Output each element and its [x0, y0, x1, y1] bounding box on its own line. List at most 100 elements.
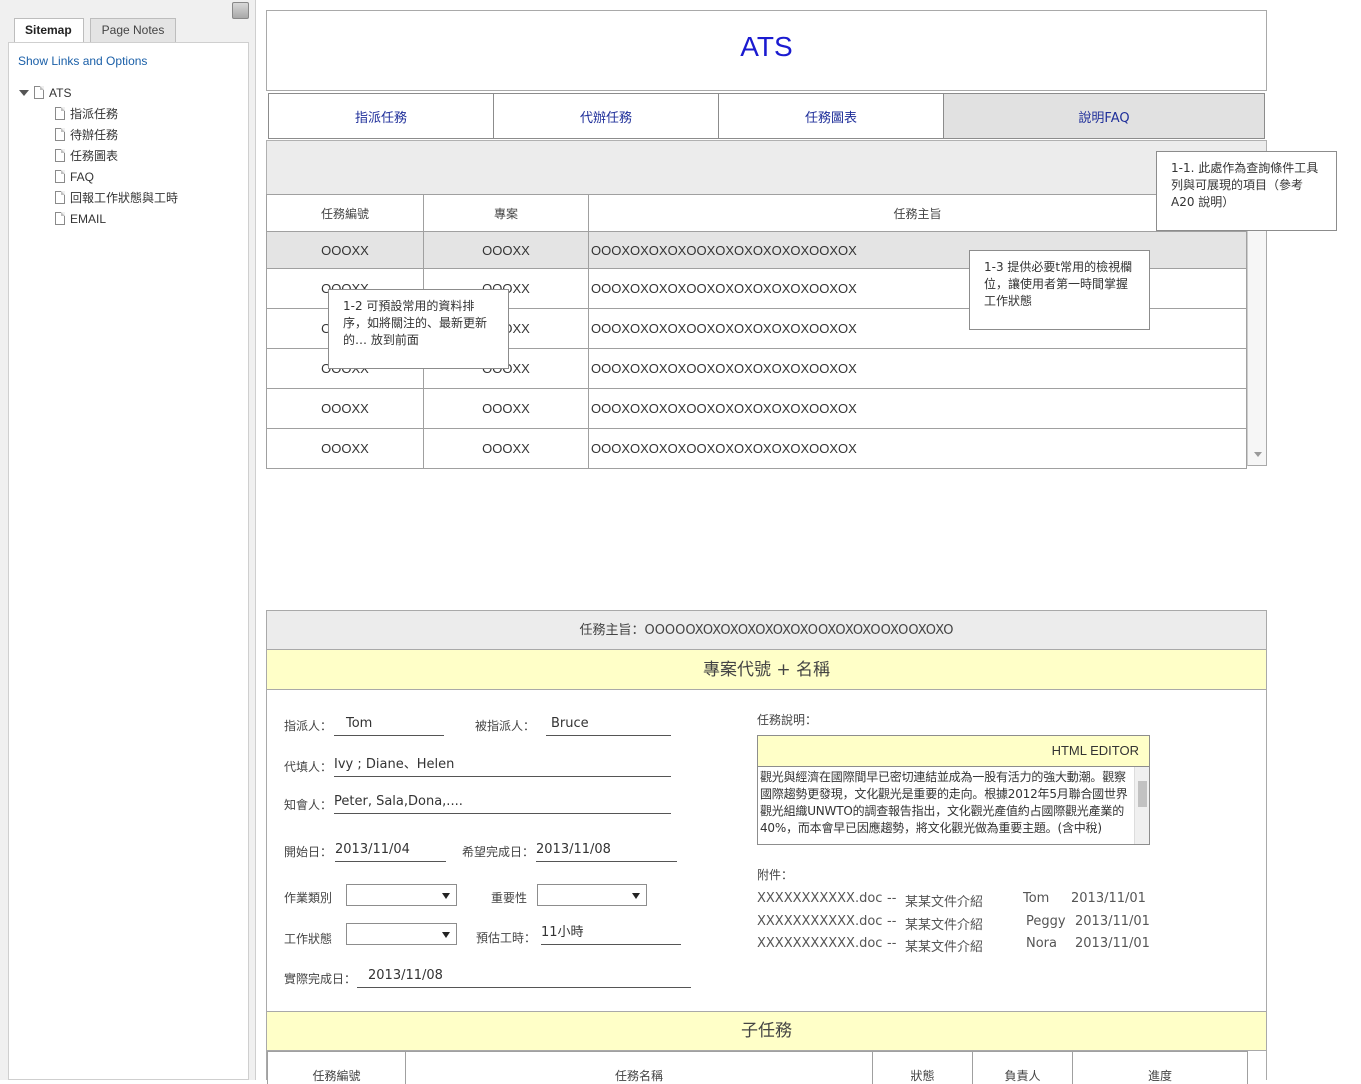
page-icon	[55, 212, 65, 225]
tree-item-chart[interactable]: 任務圖表	[55, 145, 178, 166]
attachment-file-link[interactable]: XXXXXXXXXXX.doc	[757, 936, 882, 951]
tree-item-label: 指派任務	[70, 107, 119, 121]
tree-item-ats[interactable]: ATS	[19, 82, 178, 103]
attachment-date: 2013/11/01	[1075, 914, 1150, 929]
page-icon	[55, 128, 65, 141]
sitemap-tree: ATS 指派任務 待辦任務 任務圖表 FAQ 回報工作狀態與工時 EMAIL	[19, 82, 178, 229]
nav-tab-todo[interactable]: 代辦任務	[494, 94, 719, 138]
page-icon	[55, 107, 65, 120]
page-icon	[55, 149, 65, 162]
attachment-sep: --	[887, 914, 897, 929]
nav-tab-chart[interactable]: 任務圖表	[719, 94, 944, 138]
table-row[interactable]: OOOXX OOOXX OOOXOXOXOXOOXOXOXOXOXOXOOXOX	[266, 428, 1247, 469]
importance-select[interactable]	[537, 884, 647, 906]
dropdown-caret-icon	[442, 893, 450, 899]
subtask-header-id[interactable]: 任務編號	[267, 1051, 406, 1084]
collapse-sidebar-button[interactable]	[232, 2, 249, 19]
attachment-user: Peggy	[1026, 914, 1066, 929]
description-textarea[interactable]: 觀光與經濟在國際間早已密切連結並成為一股有活力的強大動潮。觀察國際趨勢更發現，文…	[757, 766, 1150, 845]
description-text: 觀光與經濟在國際間早已密切連結並成為一股有活力的強大動潮。觀察國際趨勢更發現，文…	[760, 770, 1128, 835]
tree-item-label: ATS	[49, 85, 72, 100]
dropdown-caret-icon	[632, 893, 640, 899]
table-scrollbar[interactable]	[1247, 194, 1267, 466]
proxy-label: 代填人：	[284, 760, 333, 774]
column-header-task-id[interactable]: 任務編號	[266, 194, 424, 232]
attachment-sep: --	[887, 891, 897, 906]
task-subject-header: 任務主旨：OOOOOXOXOXOXOXOXOXOOXOXOXOOXOOXOXO	[267, 611, 1266, 650]
actual-done-label: 實際完成日：	[284, 972, 357, 986]
page-icon	[34, 86, 44, 99]
annotation-note-1-3: 1-3 提供必要t常用的檢視欄位，讓使用者第一時間掌握工作狀態	[969, 250, 1150, 330]
attachment-file-link[interactable]: XXXXXXXXXXX.doc	[757, 891, 882, 906]
cell-project: OOOXX	[423, 388, 589, 429]
tree-item-label: EMAIL	[70, 211, 107, 226]
subtask-header-status[interactable]: 狀態	[872, 1051, 973, 1084]
est-hours-label: 預估工時：	[476, 931, 537, 945]
cell-project: OOOXX	[423, 428, 589, 469]
sitemap-panel: Show Links and Options ATS 指派任務 待辦任務 任務圖	[8, 42, 249, 1080]
column-header-subject[interactable]: 任務主旨	[588, 194, 1247, 232]
attachment-date: 2013/11/01	[1075, 936, 1150, 951]
subtask-header-progress[interactable]: 進度	[1072, 1051, 1248, 1084]
work-type-label: 作業類別	[284, 891, 333, 905]
tree-item-assign[interactable]: 指派任務	[55, 103, 178, 124]
start-date-field[interactable]: 2013/11/04	[335, 841, 446, 862]
page-icon	[55, 170, 65, 183]
due-date-field[interactable]: 2013/11/08	[536, 841, 677, 862]
tree-item-faq[interactable]: FAQ	[55, 166, 178, 187]
assignee-label: 被指派人：	[475, 719, 536, 733]
cell-task-id: OOOXX	[266, 388, 424, 429]
page-icon	[55, 191, 65, 204]
importance-label: 重要性	[491, 891, 528, 905]
tree-item-label: 待辦任務	[70, 128, 119, 142]
subtask-header-owner[interactable]: 負責人	[972, 1051, 1073, 1084]
show-links-options-link[interactable]: Show Links and Options	[18, 54, 147, 68]
tree-item-report[interactable]: 回報工作狀態與工時	[55, 187, 178, 208]
cc-label: 知會人：	[284, 798, 333, 812]
status-select[interactable]	[346, 923, 457, 945]
est-hours-field[interactable]: 11小時	[541, 924, 681, 945]
table-header-row: 任務編號 專案 任務主旨	[266, 194, 1247, 232]
cell-subject: OOOXOXOXOXOOXOXOXOXOXOXOOXOX	[588, 348, 1247, 389]
cc-field[interactable]: Peter, Sala,Dona,....	[334, 793, 671, 814]
table-row[interactable]: OOOXX OOOXX OOOXOXOXOXOOXOXOXOXOXOXOOXOX	[266, 388, 1247, 429]
column-header-project[interactable]: 專案	[423, 194, 589, 232]
proxy-field[interactable]: Ivy ; Diane、Helen	[334, 756, 671, 777]
scroll-thumb[interactable]	[1138, 781, 1147, 807]
main-nav: 指派任務 代辦任務 任務圖表 說明FAQ	[268, 93, 1265, 139]
attachment-user: Tom	[1023, 891, 1050, 906]
work-type-select[interactable]	[346, 884, 457, 906]
attachment-desc: 某某文件介紹	[905, 940, 984, 955]
dropdown-caret-icon	[442, 932, 450, 938]
cell-project: OOOXX	[423, 231, 589, 269]
tree-item-label: FAQ	[70, 169, 95, 184]
scroll-down-icon[interactable]	[1254, 452, 1262, 457]
tree-item-label: 回報工作狀態與工時	[70, 191, 179, 205]
html-editor-toolbar[interactable]: HTML EDITOR	[757, 735, 1150, 767]
actual-done-field[interactable]: 2013/11/08	[357, 967, 691, 988]
attachment-date: 2013/11/01	[1071, 891, 1146, 906]
assignee-field[interactable]: Bruce	[546, 715, 671, 736]
sitemap-sidebar: Sitemap Page Notes Show Links and Option…	[0, 0, 256, 1080]
description-scrollbar[interactable]	[1134, 767, 1149, 844]
query-toolbar	[266, 140, 1267, 195]
subtask-title-bar: 子任務	[267, 1011, 1266, 1051]
cell-task-id: OOOXX	[266, 231, 424, 269]
expand-toggle-icon[interactable]	[19, 89, 29, 96]
nav-tab-faq[interactable]: 說明FAQ	[944, 94, 1264, 138]
annotation-note-1-1: 1-1. 此處作為查詢條件工具列與可展現的項目（參考A20 說明）	[1156, 151, 1337, 231]
assigner-field[interactable]: Tom	[334, 715, 444, 736]
status-label: 工作狀態	[284, 932, 333, 946]
tree-item-email[interactable]: EMAIL	[55, 208, 178, 229]
attachment-desc: 某某文件介紹	[905, 895, 984, 910]
nav-tab-assign[interactable]: 指派任務	[269, 94, 494, 138]
app-header: ATS	[266, 10, 1267, 91]
tree-children: 指派任務 待辦任務 任務圖表 FAQ 回報工作狀態與工時 EMAIL	[55, 103, 178, 229]
tab-page-notes[interactable]: Page Notes	[90, 18, 176, 42]
subtask-header-row: 任務編號 任務名稱 狀態 負責人 進度	[267, 1051, 1248, 1084]
tab-sitemap[interactable]: Sitemap	[14, 18, 84, 43]
cell-subject: OOOXOXOXOXOOXOXOXOXOXOXOOXOX	[588, 428, 1247, 469]
subtask-header-name[interactable]: 任務名稱	[405, 1051, 873, 1084]
tree-item-todo[interactable]: 待辦任務	[55, 124, 178, 145]
attachment-file-link[interactable]: XXXXXXXXXXX.doc	[757, 914, 882, 929]
